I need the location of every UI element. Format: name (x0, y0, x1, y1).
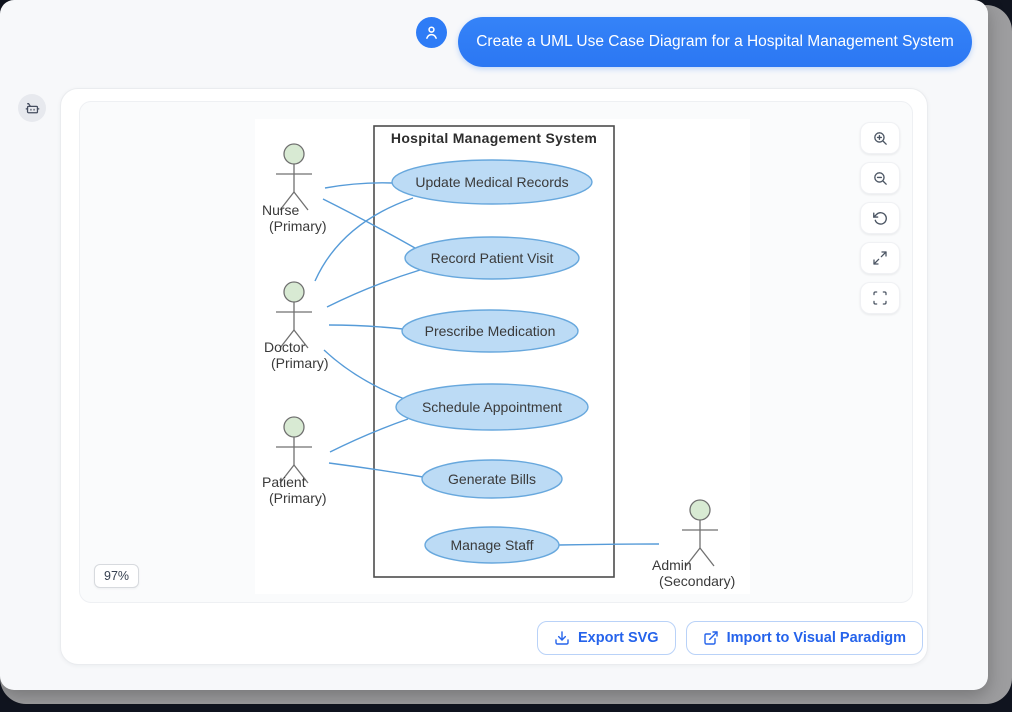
actor-role-nurse: (Primary) (269, 218, 327, 234)
fullscreen-icon (872, 290, 888, 306)
use-case-label-uc-record: Record Patient Visit (431, 250, 554, 266)
zoom-in-icon (872, 130, 889, 147)
user-avatar (416, 17, 447, 48)
expand-icon (872, 250, 888, 266)
diagram-paper[interactable]: Hospital Management System Update Medical… (255, 119, 750, 594)
zoom-out-button[interactable] (860, 162, 900, 194)
actor-name-doctor: Doctor (264, 339, 306, 355)
import-to-visual-paradigm-button[interactable]: Import to Visual Paradigm (686, 621, 923, 655)
diagram-canvas[interactable]: Hospital Management System Update Medical… (79, 101, 913, 603)
actor-role-doctor: (Primary) (271, 355, 329, 371)
export-svg-button[interactable]: Export SVG (537, 621, 676, 655)
uml-use-case-diagram[interactable]: Hospital Management System Update Medical… (255, 119, 750, 594)
user-message-text: Create a UML Use Case Diagram for a Hosp… (476, 33, 954, 51)
bot-avatar (18, 94, 46, 122)
reset-view-icon (872, 210, 889, 227)
actor-name-patient: Patient (262, 474, 306, 490)
result-card: Hospital Management System Update Medical… (60, 88, 928, 665)
use-case-label-uc-update: Update Medical Records (415, 174, 568, 190)
external-link-icon (703, 630, 719, 646)
use-case-label-uc-prescribe: Prescribe Medication (425, 323, 556, 339)
user-icon (423, 24, 440, 41)
fullscreen-button[interactable] (860, 282, 900, 314)
use-case-label-uc-staff: Manage Staff (450, 537, 533, 553)
actor-name-admin: Admin (652, 557, 692, 573)
actor-name-nurse: Nurse (262, 202, 300, 218)
reset-view-button[interactable] (860, 202, 900, 234)
robot-icon (24, 100, 41, 117)
download-icon (554, 630, 570, 646)
zoom-out-icon (872, 170, 889, 187)
use-case-label-uc-schedule: Schedule Appointment (422, 399, 562, 415)
zoom-in-button[interactable] (860, 122, 900, 154)
import-to-visual-paradigm-label: Import to Visual Paradigm (727, 630, 906, 646)
system-boundary-title: Hospital Management System (391, 130, 597, 146)
actor-nurse[interactable] (276, 144, 312, 210)
zoom-level-badge: 97% (94, 564, 139, 588)
export-svg-label: Export SVG (578, 630, 659, 646)
use-case-label-uc-bills: Generate Bills (448, 471, 536, 487)
expand-button[interactable] (860, 242, 900, 274)
user-message-bubble: Create a UML Use Case Diagram for a Hosp… (458, 17, 972, 67)
view-toolbar (860, 122, 900, 314)
zoom-level-value: 97% (104, 569, 129, 583)
app-window: Create a UML Use Case Diagram for a Hosp… (0, 0, 988, 690)
action-buttons: Export SVG Import to Visual Paradigm (537, 621, 923, 655)
actor-role-admin: (Secondary) (659, 573, 735, 589)
actor-role-patient: (Primary) (269, 490, 327, 506)
association-admin-to-manage-staff (559, 544, 659, 545)
